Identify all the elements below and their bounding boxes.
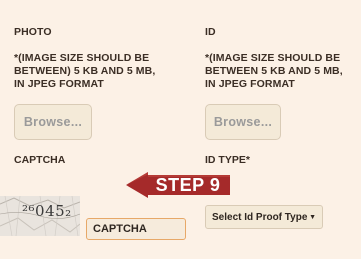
id-title: ID xyxy=(205,26,216,38)
captcha-heading: CAPTCHA xyxy=(14,154,66,166)
step-label: STEP 9 xyxy=(155,175,221,195)
id-label: ID *(IMAGE SIZE SHOULD BE BETWEEN 5 KB A… xyxy=(205,13,360,104)
id-instructions: *(IMAGE SIZE SHOULD BE BETWEEN 5 KB AND … xyxy=(205,52,343,90)
id-proof-selected-value: Select Id Proof Type xyxy=(212,211,308,223)
photo-label: PHOTO *(IMAGE SIZE SHOULD BE BETWEEN) 5 … xyxy=(14,13,189,104)
captcha-image: ²⁶045₂ xyxy=(0,196,80,236)
id-browse-button[interactable]: Browse... xyxy=(205,104,281,140)
captcha-input[interactable] xyxy=(86,218,186,240)
photo-instructions: *(IMAGE SIZE SHOULD BE BETWEEN) 5 KB AND… xyxy=(14,52,156,90)
photo-browse-button[interactable]: Browse... xyxy=(14,104,92,140)
id-type-heading: ID TYPE* xyxy=(205,154,250,166)
dropdown-arrow-icon: ▼ xyxy=(309,213,316,221)
captcha-code: ²⁶045₂ xyxy=(22,202,72,220)
photo-title: PHOTO xyxy=(14,26,52,38)
step-badge: STEP 9 xyxy=(126,172,230,198)
id-proof-type-select[interactable]: Select Id Proof Type ▼ xyxy=(205,205,323,229)
